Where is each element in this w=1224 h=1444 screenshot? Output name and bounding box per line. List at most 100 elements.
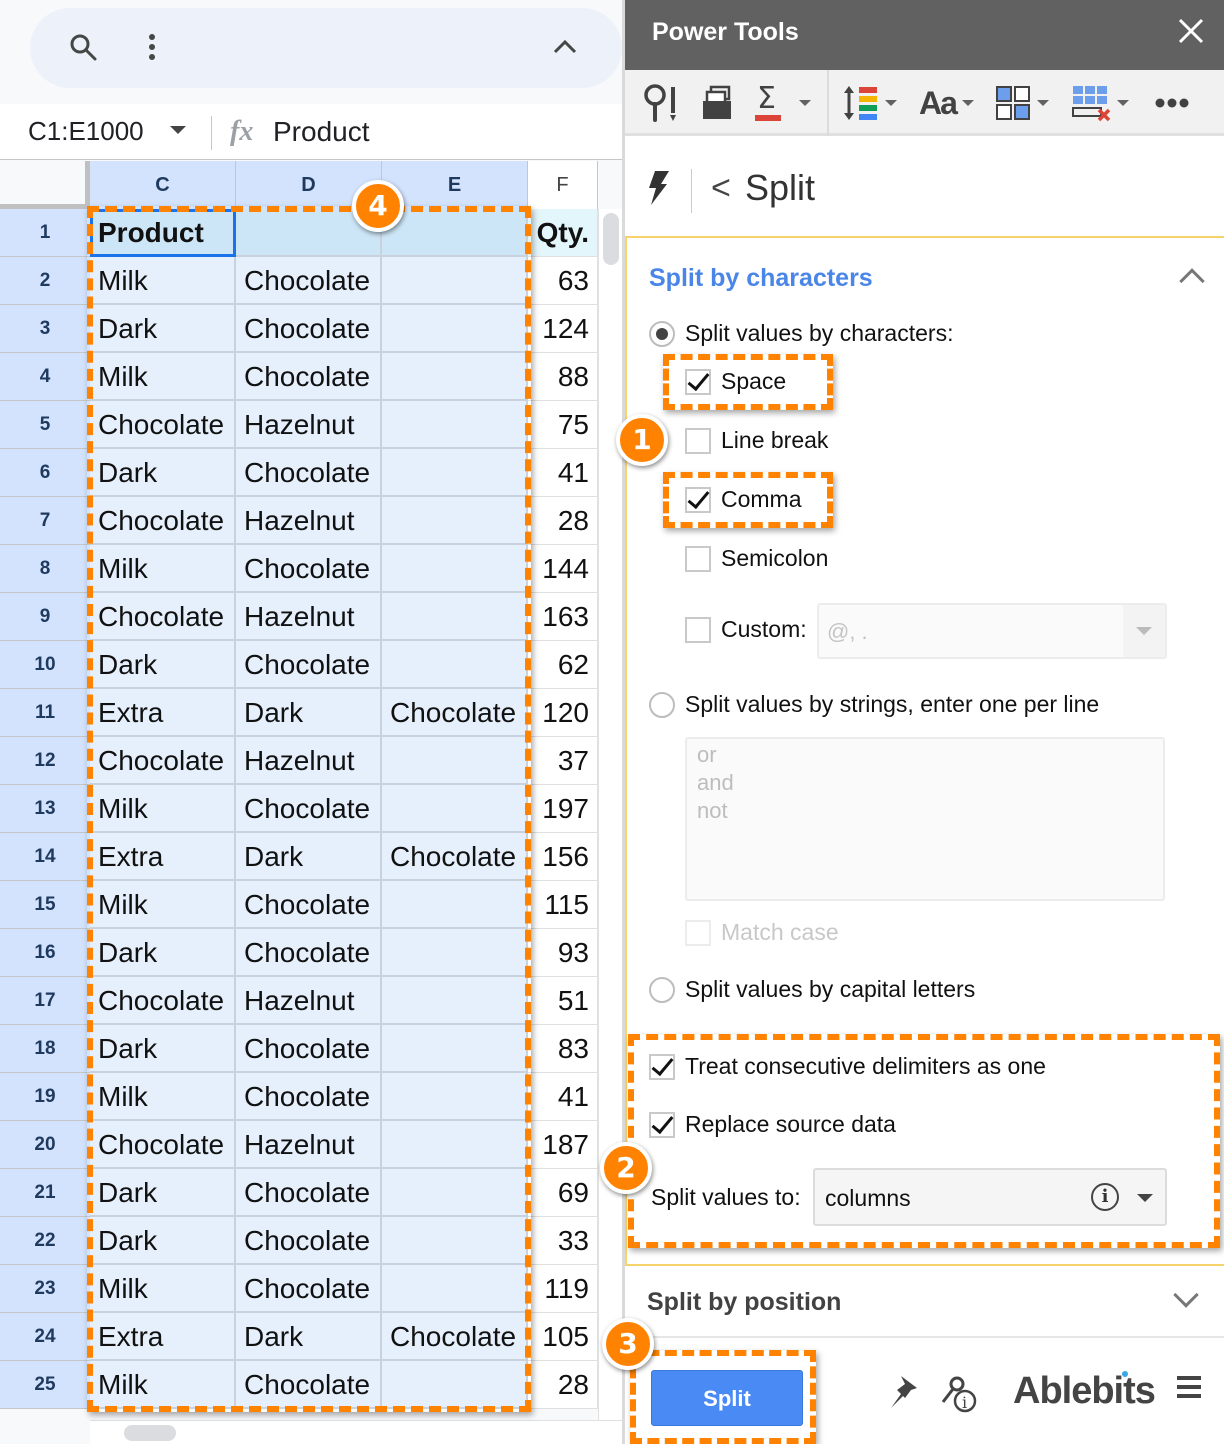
cell-e[interactable] bbox=[382, 401, 528, 449]
cell-c[interactable]: Chocolate bbox=[90, 1121, 236, 1169]
cell-e[interactable] bbox=[382, 353, 528, 401]
cell-d[interactable]: Chocolate bbox=[236, 1025, 382, 1073]
section-title[interactable]: Split by characters bbox=[649, 264, 873, 293]
cell-f[interactable]: 37 bbox=[528, 737, 598, 785]
dedupe-icon[interactable] bbox=[701, 80, 733, 126]
cell-d[interactable]: Chocolate bbox=[236, 545, 382, 593]
cell-c[interactable]: Chocolate bbox=[90, 593, 236, 641]
cell-c[interactable]: Extra bbox=[90, 1313, 236, 1361]
cell-e[interactable]: Chocolate bbox=[382, 833, 528, 881]
cell-e[interactable] bbox=[382, 641, 528, 689]
column-header-e[interactable]: E bbox=[382, 161, 528, 209]
cell-d[interactable]: Chocolate bbox=[236, 1265, 382, 1313]
row-header[interactable]: 19 bbox=[0, 1073, 90, 1121]
chevron-down-icon[interactable] bbox=[1037, 100, 1049, 106]
lightning-icon[interactable] bbox=[647, 171, 669, 213]
chevron-down-icon[interactable] bbox=[961, 100, 974, 106]
cell-c[interactable]: Dark bbox=[90, 1025, 236, 1073]
checkbox[interactable] bbox=[685, 616, 711, 643]
cell-c[interactable]: Milk bbox=[90, 1073, 236, 1121]
cell-f[interactable]: 93 bbox=[528, 929, 598, 977]
row-header[interactable]: 11 bbox=[0, 689, 90, 737]
cell-c[interactable]: Dark bbox=[90, 449, 236, 497]
column-header-c[interactable]: C bbox=[90, 161, 236, 209]
checkbox[interactable] bbox=[685, 368, 711, 395]
row-header[interactable]: 13 bbox=[0, 785, 90, 833]
cell-d[interactable]: Chocolate bbox=[236, 785, 382, 833]
cell-e[interactable] bbox=[382, 977, 528, 1025]
cell-e[interactable] bbox=[382, 449, 528, 497]
cell-f[interactable]: 197 bbox=[528, 785, 598, 833]
cell-c[interactable]: Milk bbox=[90, 257, 236, 305]
cell-e[interactable] bbox=[382, 305, 528, 353]
checkbox-space[interactable]: Space bbox=[685, 368, 786, 395]
cell-f[interactable]: 63 bbox=[528, 257, 598, 305]
cell-c[interactable]: Chocolate bbox=[90, 497, 236, 545]
cell-e[interactable] bbox=[382, 785, 528, 833]
cell-e[interactable]: Chocolate bbox=[382, 689, 528, 737]
checkbox-match-case[interactable]: Match case bbox=[685, 919, 839, 946]
checkbox[interactable] bbox=[649, 1111, 675, 1138]
checkbox-line-break[interactable]: Line break bbox=[685, 427, 828, 454]
cell-f[interactable]: 144 bbox=[528, 545, 598, 593]
cell-e[interactable] bbox=[382, 881, 528, 929]
cell-f[interactable]: 124 bbox=[528, 305, 598, 353]
search-icon[interactable] bbox=[68, 32, 98, 69]
cell-f[interactable]: 119 bbox=[528, 1265, 598, 1313]
cell-e[interactable] bbox=[382, 1073, 528, 1121]
cell-d[interactable]: Dark bbox=[236, 1313, 382, 1361]
row-header[interactable]: 8 bbox=[0, 545, 90, 593]
cell-f[interactable]: 69 bbox=[528, 1169, 598, 1217]
row-header[interactable]: 16 bbox=[0, 929, 90, 977]
split-to-select[interactable]: columns i bbox=[813, 1168, 1167, 1226]
checkbox[interactable] bbox=[685, 427, 711, 454]
cell-f[interactable]: 88 bbox=[528, 353, 598, 401]
row-header[interactable]: 21 bbox=[0, 1169, 90, 1217]
radio-split-by-capitals[interactable]: Split values by capital letters bbox=[649, 976, 975, 1003]
row-header[interactable]: 6 bbox=[0, 449, 90, 497]
row-header[interactable]: 4 bbox=[0, 353, 90, 401]
radio-button[interactable] bbox=[649, 976, 675, 1003]
row-header[interactable]: 25 bbox=[0, 1361, 90, 1409]
cell-d[interactable]: Chocolate bbox=[236, 641, 382, 689]
cell-f[interactable]: 83 bbox=[528, 1025, 598, 1073]
chevron-down-icon[interactable] bbox=[1117, 100, 1129, 106]
split-button[interactable]: Split bbox=[651, 1370, 803, 1426]
checkbox-comma[interactable]: Comma bbox=[685, 486, 802, 513]
cell-f[interactable]: 156 bbox=[528, 833, 598, 881]
cell-d[interactable]: Chocolate bbox=[236, 881, 382, 929]
cell-d[interactable]: Hazelnut bbox=[236, 737, 382, 785]
checkbox-custom[interactable]: Custom: bbox=[685, 616, 807, 643]
info-icon[interactable]: i bbox=[1091, 1183, 1119, 1211]
cell-e[interactable] bbox=[382, 1121, 528, 1169]
row-header[interactable]: 12 bbox=[0, 737, 90, 785]
back-icon[interactable]: < bbox=[711, 169, 731, 208]
checkbox[interactable] bbox=[685, 486, 711, 513]
cell-d[interactable]: Hazelnut bbox=[236, 977, 382, 1025]
more-vert-icon[interactable] bbox=[146, 32, 158, 69]
split-by-position-section[interactable]: Split by position bbox=[625, 1268, 1224, 1338]
cell-f[interactable]: 41 bbox=[528, 449, 598, 497]
chevron-down-icon[interactable] bbox=[1137, 1194, 1153, 1202]
scroll-thumb[interactable] bbox=[603, 213, 619, 265]
name-box-dropdown-icon[interactable] bbox=[170, 126, 186, 134]
split-merge-icon[interactable] bbox=[995, 80, 1049, 126]
cell-d[interactable]: Hazelnut bbox=[236, 1121, 382, 1169]
cell-f[interactable]: 62 bbox=[528, 641, 598, 689]
cell-d[interactable]: Chocolate bbox=[236, 353, 382, 401]
checkbox-consecutive-delimiters[interactable]: Treat consecutive delimiters as one bbox=[649, 1053, 1046, 1080]
cell-c[interactable]: Milk bbox=[90, 545, 236, 593]
cell-f[interactable]: 33 bbox=[528, 1217, 598, 1265]
hamburger-menu-icon[interactable] bbox=[1177, 1376, 1201, 1403]
cell-d[interactable]: Chocolate bbox=[236, 1361, 382, 1409]
cell-f[interactable]: 28 bbox=[528, 497, 598, 545]
clear-table-icon[interactable] bbox=[1071, 80, 1129, 126]
radio-button[interactable] bbox=[649, 320, 675, 347]
cell-d[interactable]: Dark bbox=[236, 833, 382, 881]
license-info-icon[interactable]: i bbox=[939, 1374, 979, 1422]
row-header[interactable]: 18 bbox=[0, 1025, 90, 1073]
checkbox[interactable] bbox=[685, 919, 711, 946]
cell-c[interactable]: Dark bbox=[90, 1169, 236, 1217]
more-icon[interactable] bbox=[1155, 80, 1189, 126]
cell-f[interactable]: 163 bbox=[528, 593, 598, 641]
